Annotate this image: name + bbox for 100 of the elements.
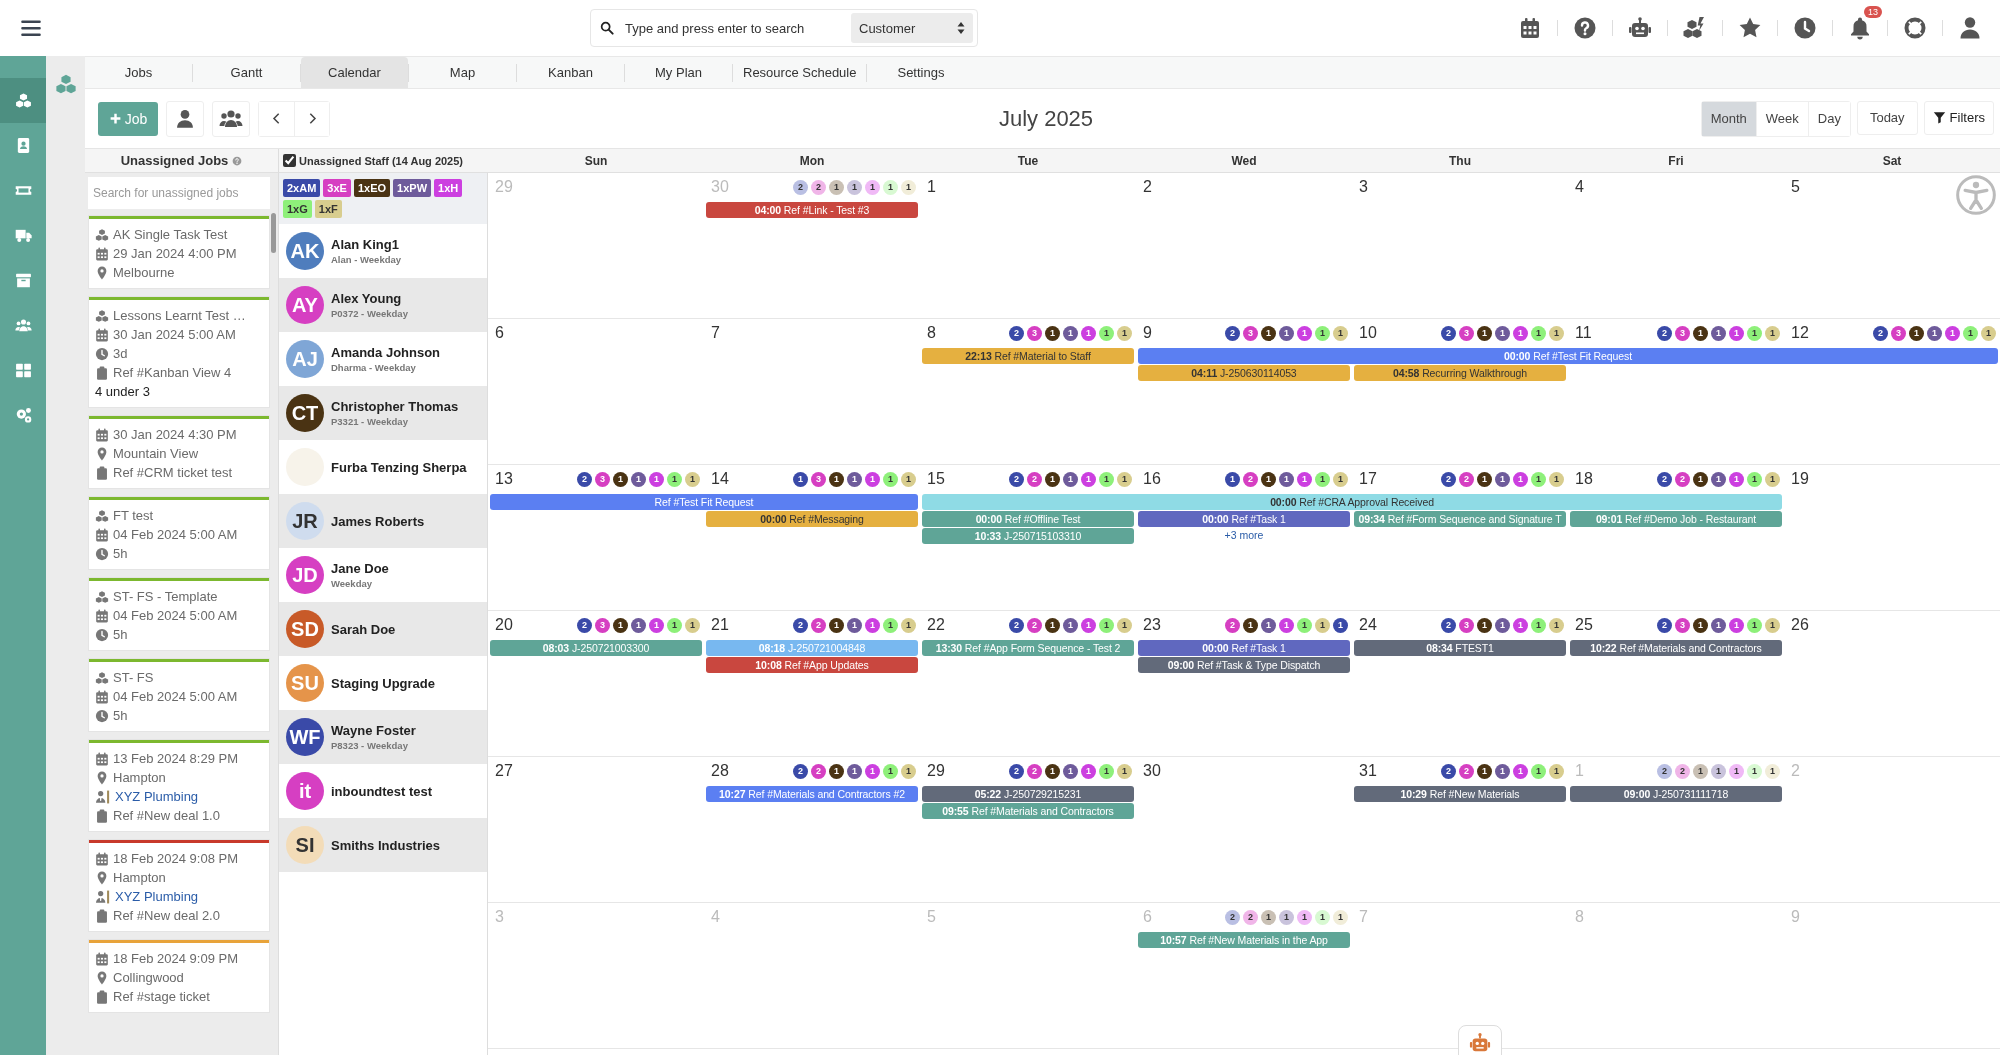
day-number: 19	[1791, 470, 1809, 488]
event-bar[interactable]: 09:00 J-250731111718	[1570, 786, 1782, 802]
job-card[interactable]: AK Single Task Test 29 Jan 2024 4:00 PM Melbourne	[88, 215, 270, 289]
staff-count-badge: 1	[1261, 617, 1276, 633]
event-bar[interactable]: 04:11 J-250630114053	[1138, 365, 1350, 381]
staff-count-badge: 1	[829, 763, 844, 779]
clock-icon[interactable]	[1793, 16, 1817, 40]
calendar-icon[interactable]	[1518, 16, 1542, 40]
tab[interactable]: Settings	[867, 57, 975, 88]
staff-row[interactable]: AY Alex Young P0372 - Weekday	[279, 278, 487, 332]
event-bar[interactable]: 00:00 Ref #Messaging	[706, 511, 918, 527]
event-bar[interactable]: 04:00 Ref #Link - Test #3	[706, 202, 918, 218]
day-number: 26	[1791, 616, 1809, 634]
staff-count-badge: 1	[1099, 325, 1114, 341]
staff-count-badge: 1	[1279, 617, 1294, 633]
staff-count-badge: 1	[1747, 325, 1762, 341]
search-scope-select[interactable]: Customer	[851, 13, 973, 43]
staff-row[interactable]: AJ Amanda Johnson Dharma - Weekday	[279, 332, 487, 386]
staff-shift: Alan - Weekday	[331, 254, 402, 265]
staff-row[interactable]: Furba Tenzing Sherpa	[279, 440, 487, 494]
job-card[interactable]: 30 Jan 2024 4:30 PM Mountain View Ref #CRM ticket test	[88, 415, 270, 489]
staff-count-badge: 2	[1009, 763, 1024, 779]
search-field[interactable]: Search for unassigned jobs	[88, 177, 270, 209]
staff-count-badge: 1	[829, 179, 844, 195]
job-detail: Ref #CRM ticket test	[113, 465, 233, 480]
event-bar[interactable]: 09:00 Ref #Task & Type Dispatch	[1138, 657, 1350, 673]
bell-icon[interactable]	[1848, 16, 1872, 40]
event-bar[interactable]: 05:22 J-250729215231	[922, 786, 1134, 802]
job-detail: 04 Feb 2024 5:00 AM	[113, 689, 238, 704]
staff-count-badge: 1	[901, 179, 916, 195]
more-events-link[interactable]: +3 more	[1136, 528, 1352, 544]
event-bar[interactable]: 00:00 Ref #Task 1	[1138, 640, 1350, 656]
staff-count-badge: 1	[1909, 325, 1924, 341]
staff-row[interactable]: SI Smiths Industries	[279, 818, 487, 872]
avatar: AY	[286, 286, 324, 324]
event-bar[interactable]: 10:22 Ref #Materials and Contractors	[1570, 640, 1782, 656]
job-card[interactable]: 18 Feb 2024 9:09 PM Collingwood Ref #stage ticket	[88, 939, 270, 1013]
staff-count-badge: 1	[1549, 325, 1564, 341]
staff-count-badge: 1	[1045, 617, 1060, 633]
staff-count-badge: 1	[1549, 617, 1564, 633]
event-bar[interactable]: 10:27 Ref #Materials and Contractors #2	[706, 786, 918, 802]
customer-link[interactable]: XYZ Plumbing	[115, 889, 199, 904]
staff-row[interactable]: it inboundtest test	[279, 764, 487, 818]
tab[interactable]: Resource Schedule	[733, 57, 867, 88]
staff-count-badge: 1	[1081, 325, 1096, 341]
tab[interactable]: Map	[409, 57, 516, 88]
event-bar[interactable]: 00:00 Ref #Task 1	[1138, 511, 1350, 527]
user-icon[interactable]	[1958, 16, 1982, 40]
job-card[interactable]: ST- FS 04 Feb 2024 5:00 AM 5h	[88, 658, 270, 732]
group-staff-button[interactable]	[212, 100, 250, 137]
tab[interactable]: My Plan	[625, 57, 732, 88]
staff-count-badge: 2	[1441, 763, 1456, 779]
today-button[interactable]: Today	[1856, 100, 1918, 135]
robot-icon[interactable]	[1628, 16, 1652, 40]
view-button[interactable]: Month	[1701, 101, 1756, 136]
event-bar[interactable]: 10:08 Ref #App Updates	[706, 657, 918, 673]
help-icon[interactable]	[1573, 16, 1597, 40]
cubes-bolt-icon[interactable]	[1683, 16, 1707, 40]
staff-count-badge: 1	[829, 617, 844, 633]
view-button[interactable]: Day	[1807, 101, 1850, 136]
event-bar[interactable]: 00:00 Ref #Test Fit Request	[1138, 348, 1998, 364]
staff-count-badge: 1	[1693, 763, 1708, 779]
staff-count-badge: 1	[1333, 617, 1348, 633]
staff-count-badge: 1	[1297, 471, 1312, 487]
sidebar-item[interactable]	[0, 78, 46, 123]
staff-count-badge: 1	[1711, 325, 1726, 341]
star-icon[interactable]	[1738, 16, 1762, 40]
staff-row[interactable]: SD Sarah Doe	[279, 602, 487, 656]
event-bar[interactable]: 00:00 Ref #CRA Approval Received	[922, 494, 1782, 510]
staff-count-badge: 1	[1063, 763, 1078, 779]
event-bar[interactable]: 10:29 Ref #New Materials	[1354, 786, 1566, 802]
job-card[interactable]: FT test 04 Feb 2024 5:00 AM 5h	[88, 496, 270, 570]
skill-tag: 1xF	[314, 200, 342, 218]
day-number: 8	[927, 324, 936, 342]
staff-row[interactable]: JR James Roberts	[279, 494, 487, 548]
staff-count-badge: 3	[1027, 325, 1042, 341]
lifebuoy-icon[interactable]	[1903, 16, 1927, 40]
job-card[interactable]: ST- FS - Template 04 Feb 2024 5:00 AM 5h	[88, 577, 270, 651]
staff-row[interactable]: JD Jane Doe Weekday	[279, 548, 487, 602]
tab[interactable]: Jobs	[85, 57, 192, 88]
event-bar[interactable]: Ref #Test Fit Request	[490, 494, 918, 510]
chat-bot-button[interactable]	[1458, 1025, 1502, 1055]
event-bar[interactable]: 22:13 Ref #Material to Staff	[922, 348, 1134, 364]
job-card[interactable]: 13 Feb 2024 8:29 PM Hampton XYZ Plumbing Ref #New deal 1.0	[88, 739, 270, 832]
tab[interactable]: Gantt	[193, 57, 300, 88]
tab[interactable]: Kanban	[517, 57, 624, 88]
show-unassigned-checkbox[interactable]	[283, 154, 296, 167]
event-bar[interactable]: 08:34 FTEST1	[1354, 640, 1566, 656]
event-bar[interactable]: 04:58 Recurring Walkthrough	[1354, 365, 1566, 381]
job-detail: ST- FS	[113, 670, 154, 685]
filters-button[interactable]: Filters	[1923, 100, 1994, 135]
staff-count-badge: 1	[1045, 325, 1060, 341]
customer-link[interactable]: XYZ Plumbing	[115, 789, 199, 804]
job-card[interactable]: 18 Feb 2024 9:08 PM Hampton XYZ Plumbing Ref #New deal 2.0	[88, 839, 270, 932]
single-staff-button[interactable]	[166, 100, 204, 137]
staff-row[interactable]: SU Staging Upgrade	[279, 656, 487, 710]
tab[interactable]: Calendar	[301, 57, 408, 88]
job-card[interactable]: Lessons Learnt Test … 30 Jan 2024 5:00 AM 3d Ref #Kanban View 4 4 under 3	[88, 296, 270, 408]
staff-count-badge: 1	[1261, 471, 1276, 487]
staff-count-badge: 2	[1225, 617, 1240, 633]
